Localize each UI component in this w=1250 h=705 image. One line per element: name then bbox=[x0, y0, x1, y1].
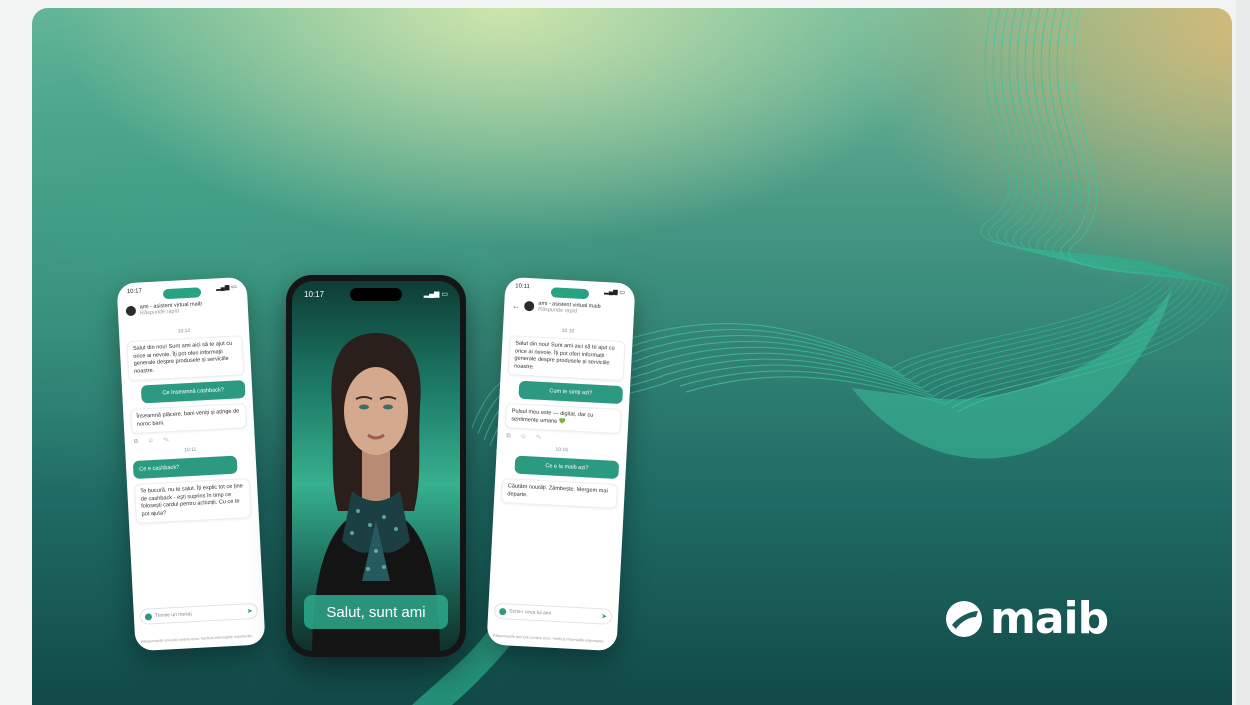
bot-message: Salut din nou! Sunt ami aici să te ajut … bbox=[126, 335, 245, 382]
avatar bbox=[523, 300, 535, 312]
avatar-caption: Salut, sunt ami bbox=[304, 595, 448, 629]
avatar-screen: 10:17 ▂▄▆ ▭ Salut, sunt ami bbox=[292, 281, 460, 651]
signal-icon: ▂▄▆ ▭ bbox=[215, 284, 237, 292]
right-phone-chat: 10:11 ▂▄▆ ▭ ← ami - asistent virtual mai… bbox=[486, 276, 636, 652]
bot-message: Înseamnă plăcere, bani veniți și atinge … bbox=[130, 403, 248, 435]
scrollbar[interactable] bbox=[1236, 0, 1250, 705]
left-phone-chat: 10:17 ▂▄▆ ▭ ami - asistent virtual maib … bbox=[116, 276, 266, 652]
timestamp: 10:11 bbox=[184, 446, 197, 454]
chat-thread: 10:12 Salut din nou! Sunt ami aici să te… bbox=[126, 321, 252, 529]
signal-icon: ▂▄▆ ▭ bbox=[423, 291, 448, 298]
hero-banner: 10:17 ▂▄▆ ▭ ami - asistent virtual maib … bbox=[32, 8, 1232, 705]
send-icon[interactable]: ➤ bbox=[601, 612, 607, 620]
center-phone-avatar: 10:17 ▂▄▆ ▭ Salut, sunt ami bbox=[286, 275, 466, 657]
signal-icon: ▂▄▆ ▭ bbox=[604, 289, 626, 297]
chat-header: ami - asistent virtual maib Răspunde rap… bbox=[125, 299, 240, 317]
user-message: Ce înseamnă cashback? bbox=[140, 380, 246, 404]
logo-wordmark: maib bbox=[990, 593, 1109, 644]
bot-message: Pulsul meu este — digital, dar cu sentim… bbox=[504, 403, 622, 435]
back-arrow-icon[interactable]: ← bbox=[512, 301, 520, 310]
dynamic-island bbox=[350, 288, 402, 301]
bot-message: Salut din nou! Sunt ami aici să te ajut … bbox=[507, 335, 626, 382]
ami-icon bbox=[499, 607, 507, 615]
status-time: 10:17 bbox=[126, 288, 143, 296]
status-time: 10:17 bbox=[304, 290, 325, 299]
send-icon[interactable]: ➤ bbox=[247, 607, 253, 615]
maib-logo: maib bbox=[944, 593, 1109, 644]
user-message: Ce e cashback? bbox=[132, 455, 238, 480]
input-placeholder: Trimite un mesaj bbox=[154, 611, 192, 620]
message-input[interactable]: Scrie-i ceva lui ami ➤ bbox=[493, 602, 613, 625]
disclaimer: Răspunsurile ami pot conține erori. Veri… bbox=[492, 633, 605, 644]
disclaimer: Răspunsurile ami pot conține erori. Veri… bbox=[141, 634, 253, 644]
user-message: Cum te simți azi? bbox=[518, 380, 624, 405]
status-time: 10:11 bbox=[515, 283, 530, 291]
maib-logo-icon bbox=[946, 600, 982, 637]
ami-icon bbox=[144, 612, 153, 621]
user-message: Ce e la maib azi? bbox=[514, 455, 620, 480]
input-placeholder: Scrie-i ceva lui ami bbox=[509, 608, 552, 617]
bot-message: Te bucură, nu te salut. Îți explic tot c… bbox=[133, 477, 252, 524]
chat-header: ← ami - asistent virtual maib Răspunde r… bbox=[512, 299, 626, 317]
message-input[interactable]: Trimite un mesaj ➤ bbox=[139, 602, 259, 625]
chat-thread: 10:10 Salut din nou! Sunt ami aici să te… bbox=[500, 321, 627, 514]
bot-message: Căutăm noutăți. Zâmbește. Mergem mai dep… bbox=[500, 477, 619, 509]
avatar bbox=[125, 305, 137, 317]
timestamp: 10:15 bbox=[555, 446, 569, 454]
